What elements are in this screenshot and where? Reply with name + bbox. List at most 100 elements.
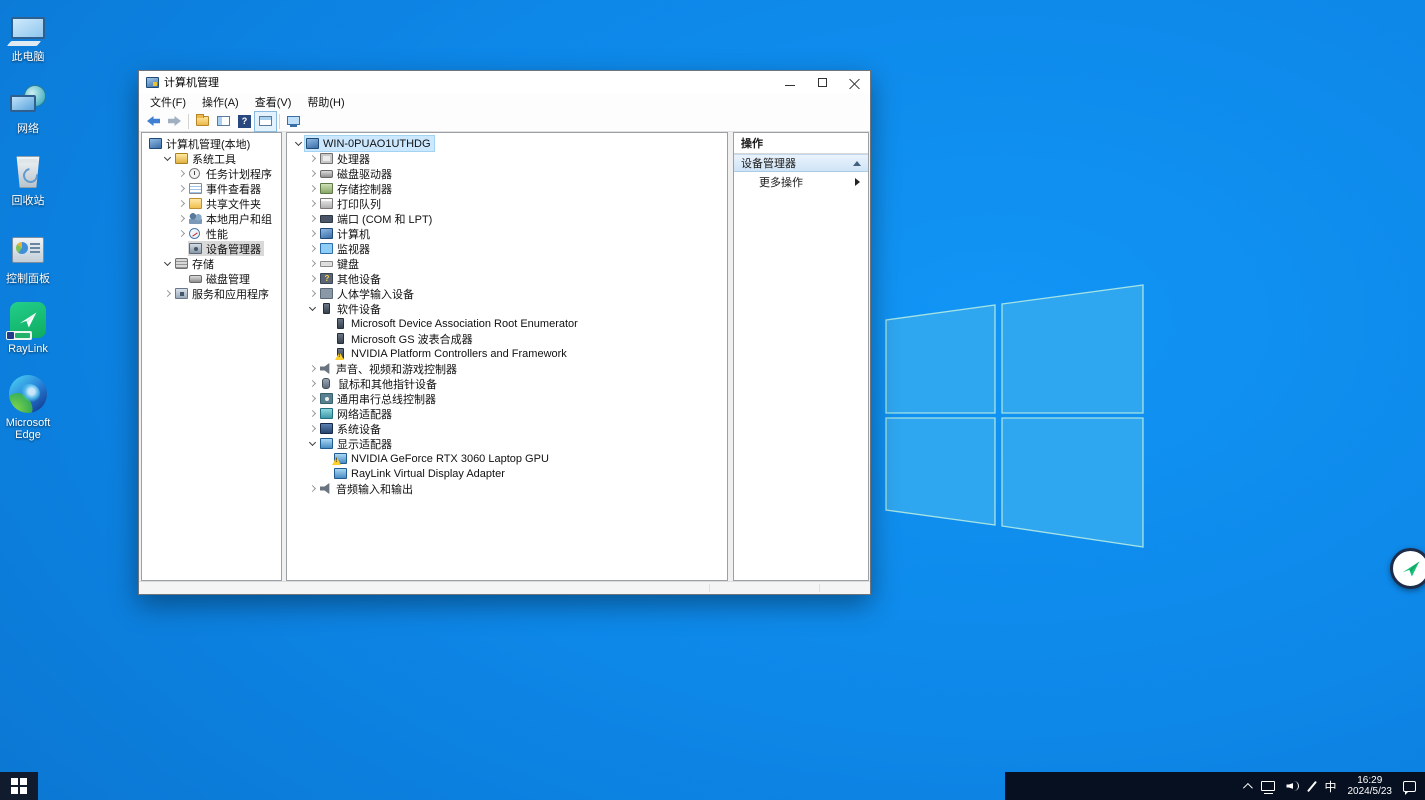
chevron-down-icon[interactable] <box>307 436 319 451</box>
menu-view[interactable]: 查看(V) <box>247 93 300 111</box>
device-tree-item[interactable]: 软件设备 <box>287 301 727 316</box>
chevron-down-icon[interactable] <box>293 136 305 151</box>
tree-item-body[interactable]: 服务和应用程序 <box>174 286 272 301</box>
desktop-icon-control-panel[interactable]: 控制面板 <box>2 230 54 285</box>
chevron-right-icon[interactable] <box>307 211 319 226</box>
action-pane-button[interactable] <box>283 112 304 131</box>
tree-item-body[interactable]: 音频输入和输出 <box>319 481 416 496</box>
tree-item-body[interactable]: 监视器 <box>319 241 373 256</box>
chevron-down-icon[interactable] <box>307 301 319 316</box>
start-button[interactable] <box>0 772 38 800</box>
device-tree-item[interactable]: 存储控制器 <box>287 181 727 196</box>
console-tree-item[interactable]: 性能 <box>142 226 281 241</box>
chevron-right-icon[interactable] <box>176 196 188 211</box>
tree-item-body[interactable]: 软件设备 <box>319 301 384 316</box>
action-center-icon[interactable] <box>1403 781 1416 792</box>
device-tree-item[interactable]: 计算机 <box>287 226 727 241</box>
console-tree-item[interactable]: 共享文件夹 <box>142 196 281 211</box>
console-tree-item[interactable]: 磁盘管理 <box>142 271 281 286</box>
properties-button[interactable] <box>255 112 276 131</box>
device-tree-item[interactable]: 系统设备 <box>287 421 727 436</box>
tree-item-body[interactable]: 事件查看器 <box>188 181 264 196</box>
tree-item-body[interactable]: 本地用户和组 <box>188 211 275 226</box>
console-tree-item[interactable]: 设备管理器 <box>142 241 281 256</box>
console-tree-item[interactable]: 本地用户和组 <box>142 211 281 226</box>
device-tree-item[interactable]: 人体学输入设备 <box>287 286 727 301</box>
chevron-right-icon[interactable] <box>307 271 319 286</box>
chevron-down-icon[interactable] <box>162 256 174 271</box>
tree-item-body[interactable]: 键盘 <box>319 256 362 271</box>
help-button[interactable]: ? <box>234 112 255 131</box>
tree-item-body[interactable]: 鼠标和其他指针设备 <box>319 376 440 391</box>
tree-item-body[interactable]: NVIDIA Platform Controllers and Framewor… <box>333 346 570 361</box>
volume-icon[interactable] <box>1286 780 1300 792</box>
device-tree-item[interactable]: 处理器 <box>287 151 727 166</box>
tree-item-body[interactable]: 系统工具 <box>174 151 239 166</box>
ime-indicator[interactable]: 中 <box>1324 778 1336 795</box>
device-tree-item[interactable]: WIN-0PUAO1UTHDG <box>287 136 727 151</box>
chevron-right-icon[interactable] <box>307 181 319 196</box>
device-tree-item[interactable]: 端口 (COM 和 LPT) <box>287 211 727 226</box>
desktop-icon-raylink[interactable]: RayLink <box>2 300 54 355</box>
raylink-assist-button[interactable] <box>1390 548 1425 589</box>
console-tree-item[interactable]: 事件查看器 <box>142 181 281 196</box>
chevron-right-icon[interactable] <box>307 286 319 301</box>
device-tree-item[interactable]: 键盘 <box>287 256 727 271</box>
tree-item-body[interactable]: 磁盘驱动器 <box>319 166 395 181</box>
tree-item-body[interactable]: 打印队列 <box>319 196 384 211</box>
device-tree-item[interactable]: Microsoft Device Association Root Enumer… <box>287 316 727 331</box>
chevron-right-icon[interactable] <box>307 226 319 241</box>
titlebar[interactable]: 计算机管理 <box>139 71 870 93</box>
device-tree-item[interactable]: 显示适配器 <box>287 436 727 451</box>
device-tree-item[interactable]: 音频输入和输出 <box>287 481 727 496</box>
desktop-icon-recycle-bin[interactable]: 回收站 <box>2 152 54 207</box>
menu-action[interactable]: 操作(A) <box>194 93 247 111</box>
chevron-down-icon[interactable] <box>162 151 174 166</box>
menu-help[interactable]: 帮助(H) <box>299 93 352 111</box>
device-tree-item[interactable]: RayLink Virtual Display Adapter <box>287 466 727 481</box>
chevron-right-icon[interactable] <box>176 226 188 241</box>
device-tree-item[interactable]: 其他设备 <box>287 271 727 286</box>
tree-item-body[interactable]: 设备管理器 <box>188 241 264 256</box>
maximize-button[interactable] <box>806 71 838 93</box>
chevron-right-icon[interactable] <box>307 376 319 391</box>
device-tree-item[interactable]: NVIDIA GeForce RTX 3060 Laptop GPU <box>287 451 727 466</box>
device-tree-item[interactable]: 声音、视频和游戏控制器 <box>287 361 727 376</box>
chevron-right-icon[interactable] <box>307 241 319 256</box>
chevron-right-icon[interactable] <box>162 286 174 301</box>
collapse-icon[interactable] <box>853 161 861 166</box>
desktop-icon-this-pc[interactable]: 此电脑 <box>2 8 54 63</box>
tree-item-body[interactable]: 人体学输入设备 <box>319 286 417 301</box>
console-tree-toggle-button[interactable] <box>213 112 234 131</box>
device-tree-item[interactable]: 磁盘驱动器 <box>287 166 727 181</box>
tree-item-body[interactable]: 计算机 <box>319 226 373 241</box>
tree-item-body[interactable]: 存储 <box>174 256 217 271</box>
export-list-button[interactable] <box>192 112 213 131</box>
tree-item-body[interactable]: 存储控制器 <box>319 181 395 196</box>
tree-item-body[interactable]: 性能 <box>188 226 231 241</box>
menu-file[interactable]: 文件(F) <box>142 93 194 111</box>
tree-item-body[interactable]: RayLink Virtual Display Adapter <box>333 466 508 481</box>
close-button[interactable] <box>838 71 870 93</box>
tree-item-body[interactable]: 共享文件夹 <box>188 196 264 211</box>
console-tree-item[interactable]: 系统工具 <box>142 151 281 166</box>
tree-item-body[interactable]: 声音、视频和游戏控制器 <box>319 361 460 376</box>
tree-item-body[interactable]: Microsoft Device Association Root Enumer… <box>333 316 581 331</box>
device-tree-item[interactable]: 监视器 <box>287 241 727 256</box>
desktop-icon-microsoft-edge[interactable]: Microsoft Edge <box>2 374 54 441</box>
tree-item-body[interactable]: 处理器 <box>319 151 373 166</box>
console-tree-item[interactable]: 存储 <box>142 256 281 271</box>
network-tray-icon[interactable] <box>1261 781 1275 791</box>
tree-item-body[interactable]: 其他设备 <box>319 271 384 286</box>
device-tree-item[interactable]: 通用串行总线控制器 <box>287 391 727 406</box>
tree-item-body[interactable]: 任务计划程序 <box>188 166 275 181</box>
tree-item-body[interactable]: NVIDIA GeForce RTX 3060 Laptop GPU <box>333 451 552 466</box>
tree-item-body[interactable]: 通用串行总线控制器 <box>319 391 439 406</box>
chevron-right-icon[interactable] <box>307 406 319 421</box>
tree-item-body[interactable]: 端口 (COM 和 LPT) <box>319 211 435 226</box>
device-tree-item[interactable]: 网络适配器 <box>287 406 727 421</box>
chevron-right-icon[interactable] <box>176 181 188 196</box>
chevron-right-icon[interactable] <box>307 421 319 436</box>
tree-item-body[interactable]: 计算机管理(本地) <box>148 136 253 151</box>
more-actions-item[interactable]: 更多操作 <box>734 172 868 191</box>
